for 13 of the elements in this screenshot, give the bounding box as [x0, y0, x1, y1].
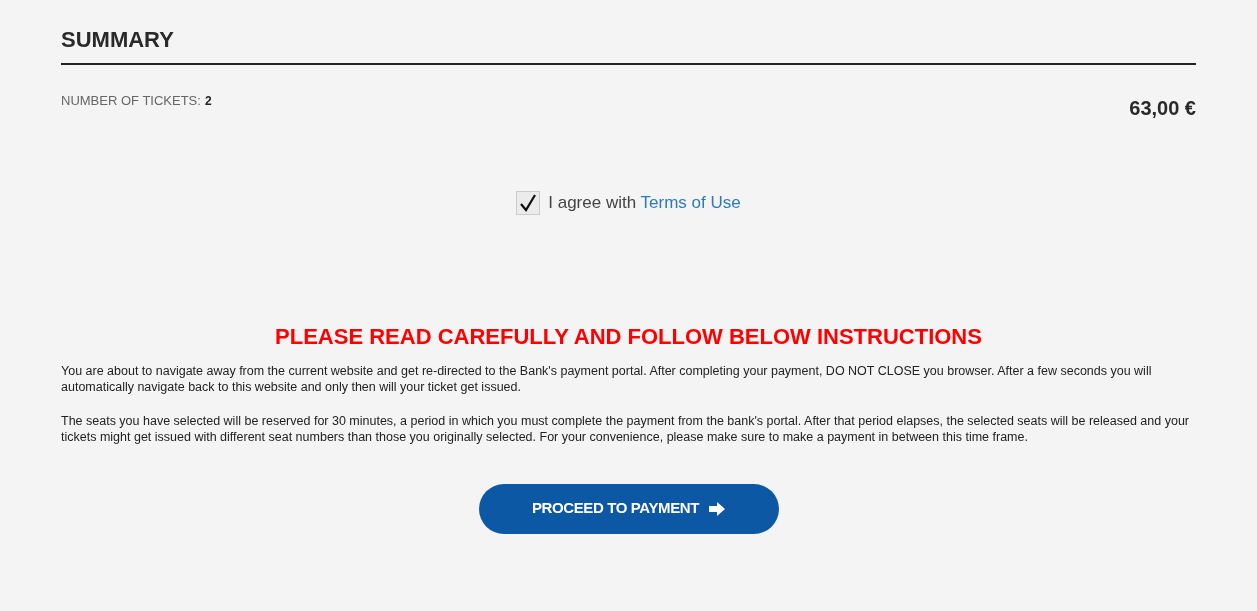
tickets-count: 2 — [204, 93, 212, 110]
total-price: 63,00 € — [1129, 96, 1196, 121]
arrow-right-icon — [709, 501, 726, 516]
instruction-paragraph: The seats you have selected will be reserved for 30 minutes, a period in which you must complete the payment from the bank's portal. After that period elapses, the selected seats will be released and your tickets might get issued with different seat numbers than those you originally selected. For your convenience, please make sure to make a payment in between this time frame. — [61, 412, 1190, 446]
instruction-paragraph: You are about to navigate away from the current website and get re-directed to the Bank's payment portal. After completing your payment, DO NOT CLOSE you browser. After a few seconds you will automatically navigate back to this website and only then will your ticket get issued. — [61, 362, 1153, 396]
agreement-text: I agree with Terms of Use — [548, 192, 741, 214]
check-icon — [519, 193, 538, 212]
instructions-heading: PLEASE READ CAREFULLY AND FOLLOW BELOW INSTRUCTIONS — [274, 322, 983, 351]
tickets-label: NUMBER OF TICKETS: — [61, 92, 201, 110]
terms-link[interactable]: Terms of Use — [640, 193, 741, 212]
proceed-button[interactable]: PROCEED TO PAYMENT — [478, 483, 779, 534]
section-title: SUMMARY — [61, 26, 1196, 65]
agree-checkbox[interactable] — [516, 190, 541, 215]
